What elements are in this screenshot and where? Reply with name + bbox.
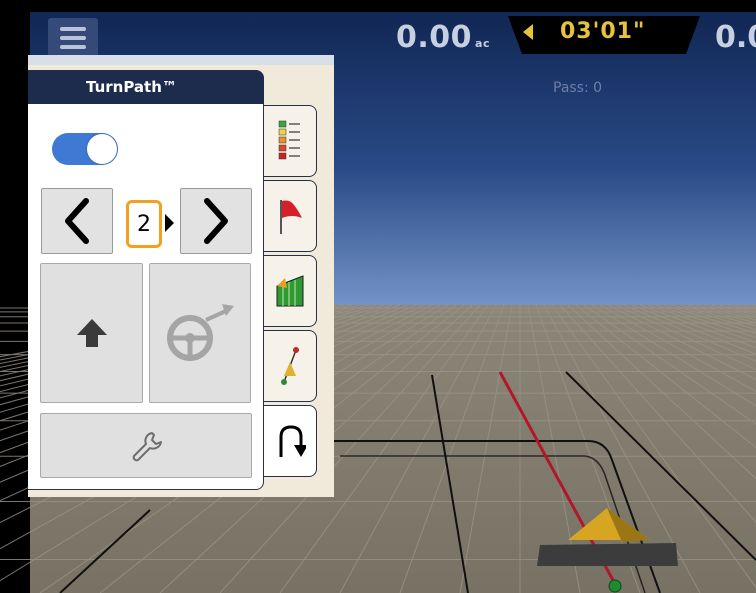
wrench-icon [132, 431, 162, 461]
arrow-left-icon [523, 24, 533, 40]
area-readout: 0.00 ac [396, 20, 490, 55]
tab-flags[interactable] [264, 180, 317, 252]
shift-up-button[interactable] [40, 263, 143, 403]
area-unit: ac [475, 37, 490, 50]
implement-bar [537, 543, 678, 566]
turnpath-toggle[interactable] [52, 133, 118, 165]
timer-value: 03'01" [560, 19, 646, 44]
pass-counter: Pass: 0 [553, 80, 603, 96]
tab-coverage[interactable] [264, 255, 317, 327]
tab-turnpath[interactable] [264, 405, 317, 477]
left-black-border [0, 0, 30, 593]
engage-steering-button[interactable] [149, 263, 251, 403]
steering-wheel-engage-icon [167, 304, 234, 361]
previous-pass-button[interactable] [41, 188, 113, 254]
pass-pointer-icon [165, 214, 174, 232]
chevron-right-icon [204, 198, 228, 244]
gps-dot [608, 579, 622, 593]
top-black-border [0, 0, 756, 12]
next-pass-button[interactable] [180, 188, 252, 254]
tab-color-legend[interactable] [264, 105, 317, 177]
tab-guidance[interactable] [264, 330, 317, 402]
ab-line-icon [281, 347, 299, 385]
hamburger-menu-icon [60, 27, 86, 31]
turnpath-settings-button[interactable] [40, 413, 252, 478]
right-readout: 0.0 [715, 20, 756, 55]
field-coverage-icon [276, 275, 304, 307]
color-legend-icon [278, 120, 300, 160]
area-value: 0.00 [396, 20, 473, 55]
guidance-screen: 0.00ac 03'01" 0.0 Pass: 0 TurnPath™ 2 [0, 0, 756, 593]
u-turn-icon [279, 425, 306, 457]
menu-button[interactable] [48, 18, 98, 58]
chevron-left-icon [65, 198, 89, 244]
pass-number[interactable]: 2 [126, 200, 162, 248]
toggle-knob [87, 134, 117, 164]
panel-title: TurnPath™ [86, 78, 177, 96]
red-flag-icon [280, 200, 302, 234]
arrow-up-icon [76, 319, 107, 347]
panel-backdrop-top [28, 55, 334, 65]
